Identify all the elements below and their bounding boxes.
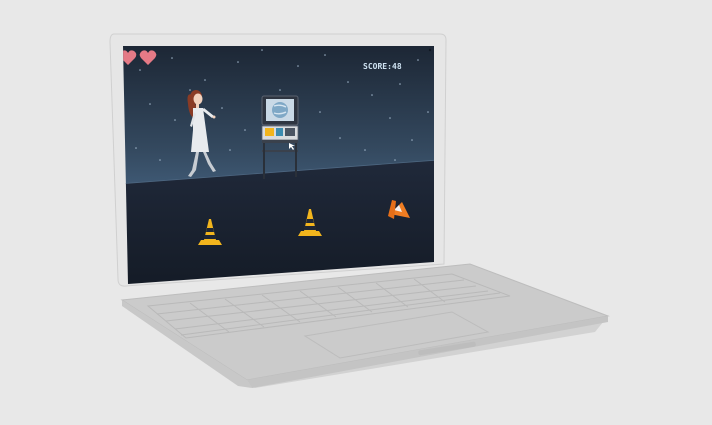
score-value: 48 <box>392 62 402 71</box>
game-screen[interactable]: SCORE: 48 <box>118 44 438 290</box>
laptop-illustration: SCORE: 48 <box>109 33 610 388</box>
globe-icon <box>272 102 288 118</box>
laptop-base <box>120 263 610 388</box>
score-label: SCORE: <box>363 62 392 71</box>
camera-dot <box>428 48 432 52</box>
